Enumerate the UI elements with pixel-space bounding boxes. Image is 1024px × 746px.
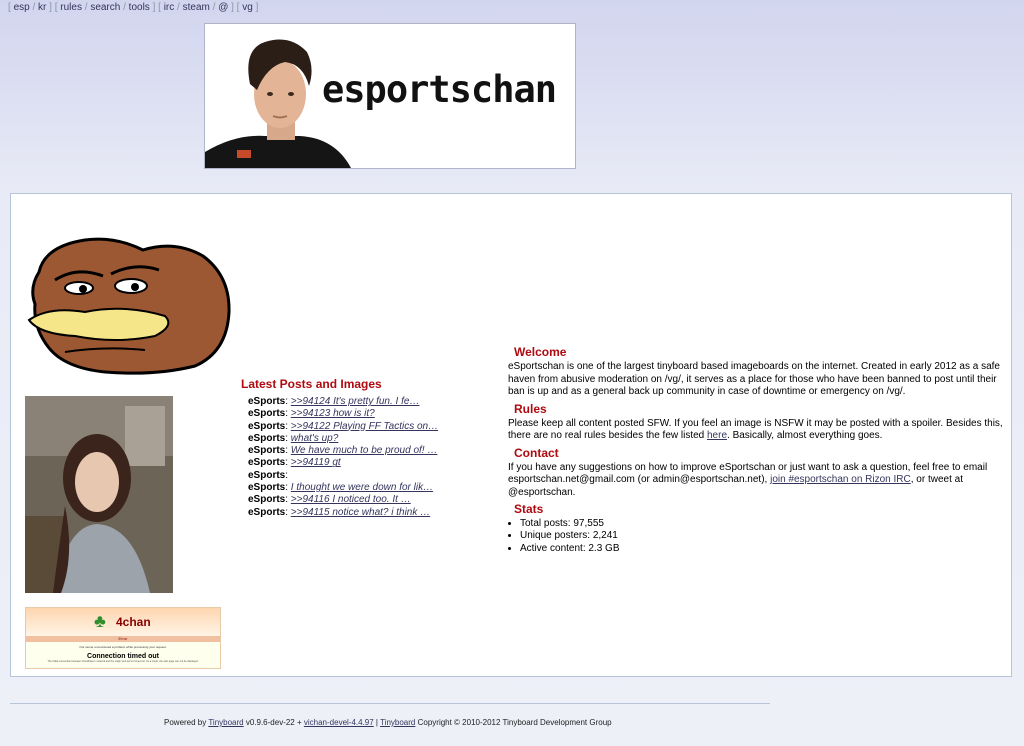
board-link-tools[interactable]: tools	[129, 2, 150, 13]
latest-posts: Latest Posts and Images eSports: >>94124…	[241, 377, 491, 519]
board-link-vg[interactable]: vg	[242, 2, 253, 13]
latest-post-board: eSports	[248, 469, 286, 481]
latest-post-item: eSports: >>94116 I noticed too. It …	[248, 494, 411, 506]
board-link-irc[interactable]: irc	[164, 2, 175, 13]
latest-post-item: eSports: I thought we were down for lik…	[248, 482, 434, 494]
board-list: [ esp / kr ] [ rules / search / tools ] …	[8, 2, 259, 13]
latest-posts-list: eSports: >>94124 It's pretty fun. I fe… e…	[241, 396, 491, 519]
rules-here-link[interactable]: here	[707, 430, 727, 441]
error-card-error: Error	[26, 636, 220, 642]
latest-post-item: eSports: >>94122 Playing FF Tactics on…	[248, 420, 439, 432]
latest-post-board: eSports	[248, 432, 286, 444]
latest-post-link[interactable]: >>94122 Playing FF Tactics on…	[291, 421, 438, 432]
tinyboard-link-2[interactable]: Tinyboard	[380, 718, 415, 727]
latest-post-board: eSports	[248, 408, 286, 420]
error-card-message: Our server encountered a problem while p…	[79, 645, 167, 649]
latest-post-link[interactable]: >>94124 It's pretty fun. I fe…	[291, 396, 420, 407]
latest-post-link[interactable]: >>94119 gt	[291, 457, 341, 468]
latest-posts-title: Latest Posts and Images	[241, 377, 382, 391]
latest-post-board: eSports	[248, 445, 286, 457]
latest-post-link[interactable]: >>94115 notice what? i think …	[291, 507, 430, 518]
latest-post-item: eSports:	[248, 469, 289, 481]
footer: Powered by Tinyboard v0.9.6-dev-22 + vic…	[164, 718, 612, 727]
welcome-text: eSportschan is one of the largest tinybo…	[508, 361, 1000, 397]
error-card-brand: 4chan	[116, 615, 151, 629]
stat-unique-posters: Unique posters: 2,241	[520, 530, 1008, 542]
latest-post-board: eSports	[248, 457, 286, 469]
thumbnail-frog[interactable]	[25, 232, 235, 377]
error-card-header: ♣ 4chan	[26, 608, 220, 636]
latest-post-link[interactable]: We have much to be proud of! …	[291, 445, 438, 456]
latest-post-board: eSports	[248, 482, 286, 494]
latest-post-link[interactable]: what's up?	[291, 433, 339, 444]
board-link-esp[interactable]: esp	[14, 2, 30, 13]
thumbnail-4chan-error[interactable]: ♣ 4chan Error Our server encountered a p…	[25, 607, 221, 669]
error-card-detail: The initial connection between CloudFlar…	[47, 660, 199, 663]
tinyboard-link[interactable]: Tinyboard	[208, 718, 243, 727]
vichan-link[interactable]: vichan-devel-4.4.97	[304, 718, 374, 727]
latest-post-board: eSports	[248, 494, 286, 506]
latest-post-item: eSports: We have much to be proud of! …	[248, 445, 438, 457]
board-link-search[interactable]: search	[90, 2, 120, 13]
latest-post-link[interactable]: I thought we were down for lik…	[291, 482, 433, 493]
board-link-twitter[interactable]: @	[218, 2, 228, 13]
stats-list: Total posts: 97,555 Unique posters: 2,24…	[508, 518, 1008, 555]
latest-post-item: eSports: >>94124 It's pretty fun. I fe…	[248, 396, 420, 407]
rules-title: Rules	[514, 401, 547, 416]
latest-post-link[interactable]: >>94116 I noticed too. It …	[291, 494, 411, 505]
latest-post-item: eSports: >>94123 how is it?	[248, 408, 375, 420]
board-link-steam[interactable]: steam	[183, 2, 210, 13]
latest-post-board: eSports	[248, 420, 286, 432]
board-link-rules[interactable]: rules	[60, 2, 82, 13]
contact-title: Contact	[514, 445, 559, 460]
thumbnail-photo[interactable]	[25, 396, 173, 593]
clover-icon: ♣	[94, 611, 106, 631]
irc-link[interactable]: join #esportschan on Rizon IRC	[770, 474, 911, 485]
welcome-title: Welcome	[514, 345, 567, 359]
main-panel: ♣ 4chan Error Our server encountered a p…	[10, 193, 1012, 677]
stat-total-posts: Total posts: 97,555	[520, 518, 1008, 530]
site-banner[interactable]: esportschan	[204, 23, 576, 169]
banner-site-name: esportschan	[322, 68, 557, 111]
rules-text: Please keep all content posted SFW. If y…	[508, 417, 1003, 442]
contact-text: If you have any suggestions on how to im…	[508, 461, 988, 498]
latest-post-board: eSports	[248, 396, 286, 407]
latest-post-link[interactable]: >>94123 how is it?	[291, 408, 375, 419]
error-card-heading: Connection timed out	[87, 653, 159, 660]
latest-post-item: eSports: >>94119 gt	[248, 457, 341, 469]
stat-active-content: Active content: 2.3 GB	[520, 543, 1008, 555]
footer-divider	[10, 703, 770, 704]
stats-title: Stats	[514, 502, 544, 516]
latest-post-item: eSports: >>94115 notice what? i think …	[248, 506, 431, 518]
info-column: Welcome eSportschan is one of the larges…	[508, 345, 1008, 555]
latest-post-item: eSports: what's up?	[248, 432, 339, 444]
latest-post-board: eSports	[248, 506, 286, 518]
